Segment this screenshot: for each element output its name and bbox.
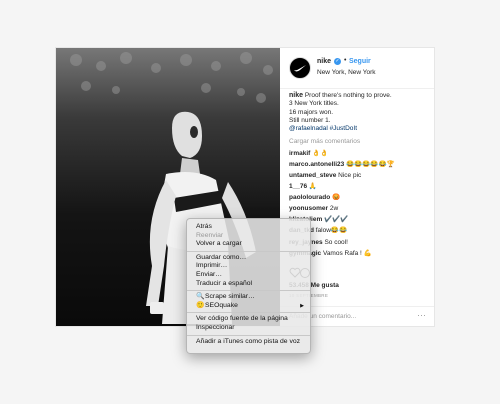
menu-item-print[interactable]: Imprimir… [187,262,310,271]
menu-item-label: Guardar como… [196,253,247,261]
post-location[interactable]: New York, New York [317,69,376,76]
comment-username[interactable]: irmakif [289,150,310,157]
menu-item-forward: Reenviar [187,232,310,241]
menu-item-label: Añadir a iTunes como pista de voz [196,337,301,345]
comment: paololourado 😡 [289,194,430,202]
caption-line: 3 New York titles. [289,100,339,108]
post-header: nike ✓ • Seguir New York, New York [280,48,434,89]
menu-item-label: Traducir a español [196,279,253,287]
caption-line: 16 majors won. [289,108,334,116]
menu-item-label: Ver código fuente de la página [196,315,288,323]
comment-text: 🙏 [308,183,317,191]
submenu-arrow-icon: ▶ [300,302,304,309]
menu-item-inspect[interactable]: Inspeccionar [187,324,310,333]
comment-text: Vamos Rafa ! 💪 [322,249,372,257]
comment-text: 😡 [331,194,341,202]
menu-item-seoquake[interactable]: 🙂SEOquake ▶ [187,302,310,311]
menu-item-label: Imprimir… [196,262,228,270]
menu-item-label: Atrás [196,223,212,230]
menu-item-label: Volver a cargar [196,240,242,248]
scraper-icon: 🔍 [196,293,205,301]
menu-separator [187,312,310,314]
comment: irmakif 👌👌 [289,150,430,158]
comment-username[interactable]: yoonusomer [289,205,328,212]
comment: 1__76 🙏 [289,183,430,191]
caption-line: Proof there's nothing to prove. [304,92,392,99]
menu-separator [187,334,310,336]
comment: untamed_steve Nice pic [289,172,430,180]
comment-text: Nice pic [338,171,362,179]
menu-item-send[interactable]: Enviar… [187,271,310,280]
menu-separator [187,250,310,252]
author-username[interactable]: nike [317,58,331,65]
menu-item-translate[interactable]: Traducir a español [187,280,310,289]
verified-badge-icon: ✓ [334,58,341,65]
comment-username[interactable]: 1__76 [289,183,307,190]
context-menu: Atrás Reenviar Volver a cargar Guardar c… [186,218,311,354]
more-options-icon[interactable]: ··· [417,310,426,320]
menu-separator [187,290,310,292]
menu-item-label: Reenviar [196,231,224,239]
menu-item-reload[interactable]: Volver a cargar [187,240,310,249]
load-more-comments-link[interactable]: Cargar más comentarios [289,138,430,146]
comment: marco.antonelli23 😂😂😂😂😂🏆 [289,161,430,169]
follow-button[interactable]: Seguir [349,58,371,65]
comment-text: falow😂😂 [315,227,348,235]
avatar[interactable] [289,57,311,79]
comment: yoonusomer 2w [289,205,430,213]
comment-text: So cool! [324,238,348,246]
nike-swoosh-icon [294,65,306,72]
menu-item-label: Inspeccionar [196,323,235,331]
comment-text: 😂😂😂😂😂🏆 [346,160,395,168]
post-caption: nike Proof there's nothing to prove. 3 N… [289,92,430,133]
seoquake-icon: 🙂 [196,301,205,309]
comment-username[interactable]: untamed_steve [289,172,336,179]
caption-username[interactable]: nike [289,92,303,99]
caption-line: Still number 1. [289,116,331,124]
menu-item-scrape-similar[interactable]: 🔍Scrape similar… [187,293,310,302]
menu-item-back[interactable]: Atrás [187,223,310,232]
separator-dot: • [344,57,347,64]
caption-hashtags[interactable]: @rafaelnadal #JustDoIt [289,125,430,133]
comment-username[interactable]: paololourado [289,194,330,201]
comment-text: 👌👌 [312,149,329,157]
menu-item-save-as[interactable]: Guardar como… [187,254,310,263]
menu-item-label: Scrape similar… [205,293,255,301]
menu-item-view-source[interactable]: Ver código fuente de la página [187,315,310,324]
menu-item-label: SEOquake [205,301,238,309]
comment-username[interactable]: marco.antonelli23 [289,161,344,168]
comment-text: 2w [329,205,339,213]
comment-text: ✔️✔️✔️ [324,216,349,224]
menu-item-label: Enviar… [196,270,223,278]
menu-item-add-to-itunes[interactable]: Añadir a iTunes como pista de voz [187,338,310,347]
